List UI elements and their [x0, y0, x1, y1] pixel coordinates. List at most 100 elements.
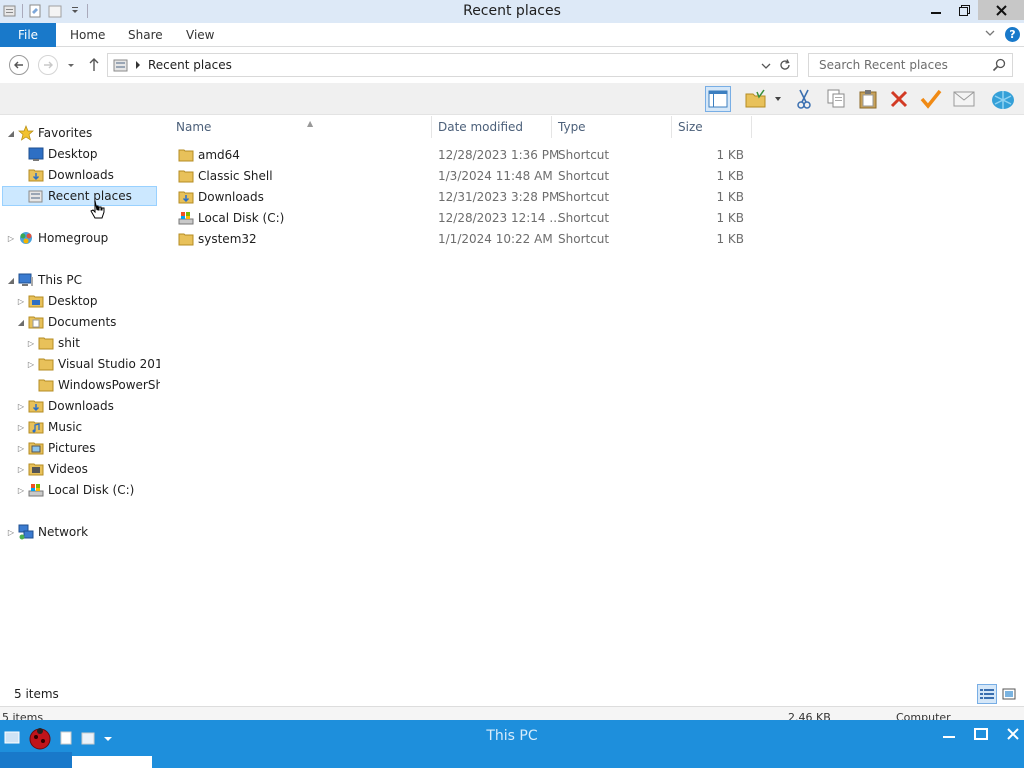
collapse-chevron-icon[interactable]: ◢ — [6, 129, 16, 138]
expand-chevron-icon[interactable]: ▷ — [16, 486, 26, 495]
tab-home[interactable]: Home — [70, 23, 105, 47]
recent-locations-chevron-icon[interactable] — [66, 60, 76, 74]
file-date-modified: 1/3/2024 11:48 AM — [438, 169, 553, 183]
file-type: Shortcut — [558, 232, 610, 246]
address-bar[interactable]: Recent places — [107, 53, 798, 77]
file-row[interactable]: amd64 12/28/2023 1:36 PM Shortcut 1 KB — [172, 145, 762, 166]
search-input[interactable]: Search Recent places — [808, 53, 1013, 77]
close-button[interactable] — [978, 0, 1024, 20]
properties-button[interactable] — [918, 86, 944, 112]
help-button[interactable]: ? — [1005, 27, 1020, 42]
minimize-button[interactable] — [922, 0, 950, 20]
column-header-name[interactable]: Name ▲ — [170, 116, 432, 138]
nav-favorite-desktop[interactable]: Desktop — [16, 144, 160, 164]
column-header-type[interactable]: Type — [552, 116, 672, 138]
homegroup-icon — [18, 230, 34, 246]
nav-pc-documents[interactable]: ◢ Documents — [16, 312, 160, 332]
email-icon — [953, 91, 975, 107]
background-window-title-bar[interactable]: This PC — [0, 720, 1024, 752]
nav-pc-downloads[interactable]: ▷ Downloads — [16, 396, 160, 416]
videos-folder-icon — [28, 461, 44, 477]
downloads-folder-icon — [28, 398, 44, 414]
nav-documents-child-visual-studio[interactable]: ▷ Visual Studio 2013 — [26, 354, 160, 374]
file-row[interactable]: Local Disk (C:) 12/28/2023 12:14 ... Short… — [172, 208, 762, 229]
computer-icon — [18, 272, 34, 288]
nav-this-pc[interactable]: ◢ This PC — [6, 270, 160, 290]
sort-ascending-icon: ▲ — [307, 119, 314, 128]
expand-chevron-icon[interactable]: ▷ — [16, 297, 26, 306]
forward-button[interactable] — [38, 55, 58, 75]
expand-chevron-icon[interactable]: ▷ — [6, 528, 16, 537]
breadcrumb[interactable]: Recent places — [148, 58, 232, 72]
nav-network[interactable]: ▷ Network — [6, 522, 160, 542]
properties-checkmark-icon — [920, 89, 942, 109]
nav-documents-child-shit[interactable]: ▷ shit — [26, 333, 160, 353]
folder-options-button[interactable] — [743, 86, 769, 112]
status-bar: 5 items — [0, 682, 1024, 706]
restore-button[interactable] — [950, 0, 978, 20]
file-name: Local Disk (C:) — [198, 211, 285, 225]
folder-icon — [38, 356, 54, 372]
up-button[interactable] — [87, 57, 101, 76]
back-button[interactable] — [9, 55, 29, 75]
downloads-folder-icon — [28, 167, 44, 183]
address-history-chevron-icon[interactable] — [761, 60, 771, 74]
nav-pc-music[interactable]: ▷ Music — [16, 417, 160, 437]
expand-chevron-icon[interactable]: ▷ — [16, 465, 26, 474]
folder-icon — [178, 168, 194, 187]
file-size: 1 KB — [716, 148, 744, 162]
delete-button[interactable] — [886, 86, 912, 112]
navigation-pane-button[interactable] — [705, 86, 731, 112]
expand-chevron-icon[interactable]: ▷ — [26, 339, 36, 348]
expand-ribbon-chevron-icon[interactable] — [984, 27, 996, 42]
nav-pc-local-disk[interactable]: ▷ Local Disk (C:) — [16, 480, 160, 500]
nav-favorite-downloads[interactable]: Downloads — [16, 165, 160, 185]
nav-favorite-recent-places[interactable]: Recent places — [2, 186, 157, 206]
copy-button[interactable] — [823, 86, 849, 112]
tab-share[interactable]: Share — [128, 23, 163, 47]
breadcrumb-separator-icon[interactable] — [134, 59, 142, 74]
file-name: system32 — [198, 232, 257, 246]
nav-documents-child-windowspowershell[interactable]: WindowsPowerSh — [26, 375, 160, 395]
music-folder-icon — [28, 419, 44, 435]
column-header-date-modified[interactable]: Date modified — [432, 116, 552, 138]
file-row[interactable]: Downloads 12/31/2023 3:28 PM Shortcut 1 KB — [172, 187, 762, 208]
background-tab-computer[interactable] — [72, 756, 152, 768]
folder-icon — [38, 377, 54, 393]
file-row[interactable]: system32 1/1/2024 10:22 AM Shortcut 1 KB — [172, 229, 762, 250]
nav-pc-videos[interactable]: ▷ Videos — [16, 459, 160, 479]
desktop-folder-icon — [28, 293, 44, 309]
expand-chevron-icon[interactable]: ▷ — [16, 423, 26, 432]
email-button[interactable] — [951, 86, 977, 112]
file-row[interactable]: Classic Shell 1/3/2024 11:48 AM Shortcut 1 … — [172, 166, 762, 187]
background-tab-file[interactable] — [0, 752, 72, 768]
expand-chevron-icon[interactable]: ▷ — [16, 444, 26, 453]
collapse-chevron-icon[interactable]: ◢ — [16, 318, 26, 327]
nav-favorites[interactable]: ◢ Favorites — [6, 123, 160, 143]
nav-pc-pictures[interactable]: ▷ Pictures — [16, 438, 160, 458]
collapse-chevron-icon[interactable]: ◢ — [6, 276, 16, 285]
nav-pc-desktop[interactable]: ▷ Desktop — [16, 291, 160, 311]
details-view-button[interactable] — [977, 684, 997, 704]
folder-options-chevron-icon[interactable] — [770, 86, 786, 112]
paste-button[interactable] — [855, 86, 881, 112]
column-header-size[interactable]: Size — [672, 116, 752, 138]
tab-view[interactable]: View — [186, 23, 214, 47]
hand-cursor-icon — [90, 200, 106, 225]
nav-homegroup[interactable]: ▷ Homegroup — [6, 228, 160, 248]
cut-button[interactable] — [791, 86, 817, 112]
expand-chevron-icon[interactable]: ▷ — [6, 234, 16, 243]
background-close-button[interactable] — [1002, 724, 1024, 744]
file-date-modified: 12/28/2023 12:14 ... — [438, 211, 561, 225]
background-minimize-button[interactable] — [938, 724, 960, 744]
expand-chevron-icon[interactable]: ▷ — [16, 402, 26, 411]
back-arrow-icon — [14, 61, 23, 69]
large-icons-view-button[interactable] — [999, 684, 1019, 704]
expand-chevron-icon[interactable]: ▷ — [26, 360, 36, 369]
background-maximize-button[interactable] — [970, 724, 992, 744]
file-type: Shortcut — [558, 169, 610, 183]
search-icon[interactable] — [992, 58, 1006, 75]
refresh-icon[interactable] — [778, 58, 792, 75]
tab-file[interactable]: File — [0, 23, 56, 47]
classic-shell-settings-button[interactable] — [990, 86, 1016, 112]
